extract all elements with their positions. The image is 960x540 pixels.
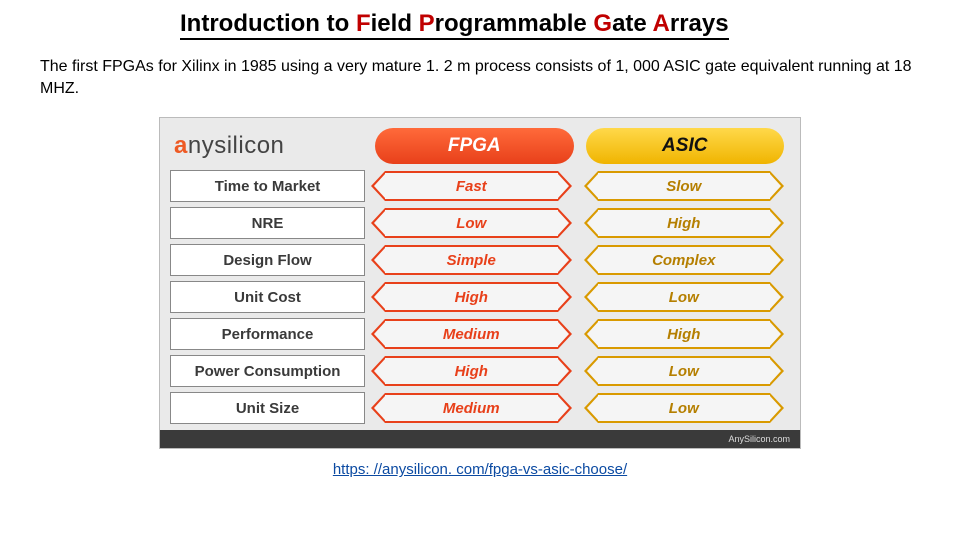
cell-asic: Complex [584,244,785,276]
cell-asic: Low [584,392,785,424]
cell-fpga: Simple [371,244,572,276]
table-row: Design FlowSimple Complex [160,244,800,276]
cell-fpga: Low [371,207,572,239]
page-title: Introduction to Field Programmable Gate … [180,10,920,38]
cell-fpga: High [371,355,572,387]
column-header-fpga: FPGA [375,128,574,164]
row-label: Unit Size [170,392,365,424]
cell-asic: Low [584,281,785,313]
source-link-wrap: https: //anysilicon. com/fpga-vs-asic-ch… [40,461,920,478]
row-label: NRE [170,207,365,239]
table-row: Unit SizeMedium Low [160,392,800,424]
cell-fpga: High [371,281,572,313]
row-label: Time to Market [170,170,365,202]
source-link[interactable]: https: //anysilicon. com/fpga-vs-asic-ch… [333,461,627,478]
table-row: NRELow High [160,207,800,239]
figure-footer: AnySilicon.com [160,430,800,448]
cell-asic: Low [584,355,785,387]
cell-fpga: Medium [371,392,572,424]
body-paragraph: The first FPGAs for Xilinx in 1985 using… [40,56,920,99]
row-label: Power Consumption [170,355,365,387]
brand-logo: anysilicon [170,132,369,160]
row-label: Performance [170,318,365,350]
row-label: Unit Cost [170,281,365,313]
cell-asic: High [584,207,785,239]
table-row: Unit CostHigh Low [160,281,800,313]
table-row: Time to MarketFast Slow [160,170,800,202]
cell-fpga: Fast [371,170,572,202]
comparison-figure: anysilicon FPGA ASIC Time to MarketFast S… [159,117,801,449]
column-header-asic: ASIC [586,128,785,164]
cell-asic: Slow [584,170,785,202]
table-row: Power ConsumptionHigh Low [160,355,800,387]
row-label: Design Flow [170,244,365,276]
cell-fpga: Medium [371,318,572,350]
cell-asic: High [584,318,785,350]
table-row: PerformanceMedium High [160,318,800,350]
